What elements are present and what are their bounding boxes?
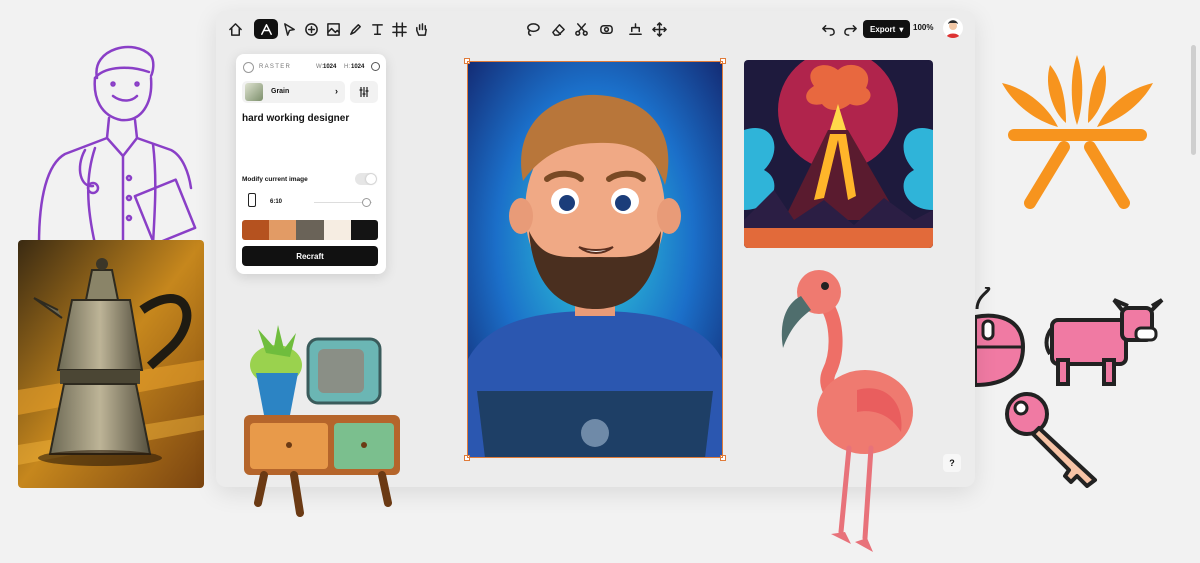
panel-header: RASTER W: 1024 H: 1024 [243,62,380,74]
prompt-input[interactable]: hard working designer [242,113,378,173]
retro-cabinet-image[interactable] [238,323,408,519]
modify-image-toggle[interactable] [355,173,377,185]
history-icon[interactable] [371,62,380,71]
aspect-ratio-slider[interactable] [314,198,372,207]
pointer-icon[interactable] [279,19,299,39]
vector-tool-icon[interactable] [301,19,321,39]
zoom-level[interactable]: 100% [913,23,933,32]
redo-icon[interactable] [840,19,860,39]
mode-label[interactable]: RASTER [259,64,291,70]
palette-swatch[interactable] [323,220,351,240]
color-palette [242,220,378,240]
aspect-ratio-value: 6:10 [270,199,283,205]
help-button[interactable]: ? [943,454,961,472]
mouse-sticker [975,287,1025,387]
user-avatar[interactable] [943,18,963,38]
chevron-down-icon: ▾ [899,24,904,34]
selection-handle[interactable] [464,455,470,461]
selection-handle[interactable] [720,58,726,64]
height-label: H: [344,64,350,70]
scissors-icon[interactable] [571,19,591,39]
upscale-icon[interactable] [625,19,645,39]
aspect-ratio-icon[interactable] [248,193,256,207]
palette-swatch[interactable] [296,220,324,240]
designer-portrait-image[interactable] [467,61,723,458]
key-sticker [1005,392,1097,488]
pen-icon[interactable] [345,19,365,39]
move-icon[interactable] [649,19,669,39]
palette-swatch[interactable] [269,220,297,240]
recraft-logo-icon[interactable] [254,19,278,39]
flamingo-image [781,270,913,552]
frame-icon[interactable] [389,19,409,39]
moka-pot-painting [18,240,204,488]
mockup-icon[interactable] [596,19,616,39]
doctor-illustration [37,45,197,244]
style-thumbnail [245,83,263,101]
width-value[interactable]: 1024 [323,64,336,70]
eraser-icon[interactable] [548,19,568,39]
sliders-icon [359,87,369,97]
height-value[interactable]: 1024 [351,64,364,70]
palette-swatch[interactable] [350,220,378,240]
export-button-label: Export [870,24,896,34]
cow-sticker [1044,298,1164,386]
style-selector[interactable]: Grain › [242,81,345,103]
page-scrollbar[interactable] [1191,45,1196,155]
export-button[interactable]: Export ▾ [863,20,911,38]
undo-icon[interactable] [818,19,838,39]
style-label: Grain [271,88,290,95]
modify-image-label: Modify current image [242,176,308,183]
chevron-right-icon: › [335,86,338,96]
image-frame-icon[interactable] [323,19,343,39]
palette-swatch[interactable] [242,220,270,240]
raster-mode-icon[interactable] [243,62,254,73]
volcano-image[interactable] [744,60,933,248]
style-settings-button[interactable] [350,81,378,103]
top-toolbar: Export ▾ 100% [216,11,975,47]
hand-icon[interactable] [411,19,431,39]
lasso-icon[interactable] [522,19,542,39]
selection-handle[interactable] [720,455,726,461]
text-icon[interactable] [367,19,387,39]
generation-panel: RASTER W: 1024 H: 1024 Grain › hard work… [236,54,386,274]
orange-logo-mark [1002,55,1153,209]
home-icon[interactable] [225,19,245,39]
recraft-button[interactable]: Recraft [242,246,378,266]
selection-handle[interactable] [464,58,470,64]
slider-knob[interactable] [362,198,371,207]
